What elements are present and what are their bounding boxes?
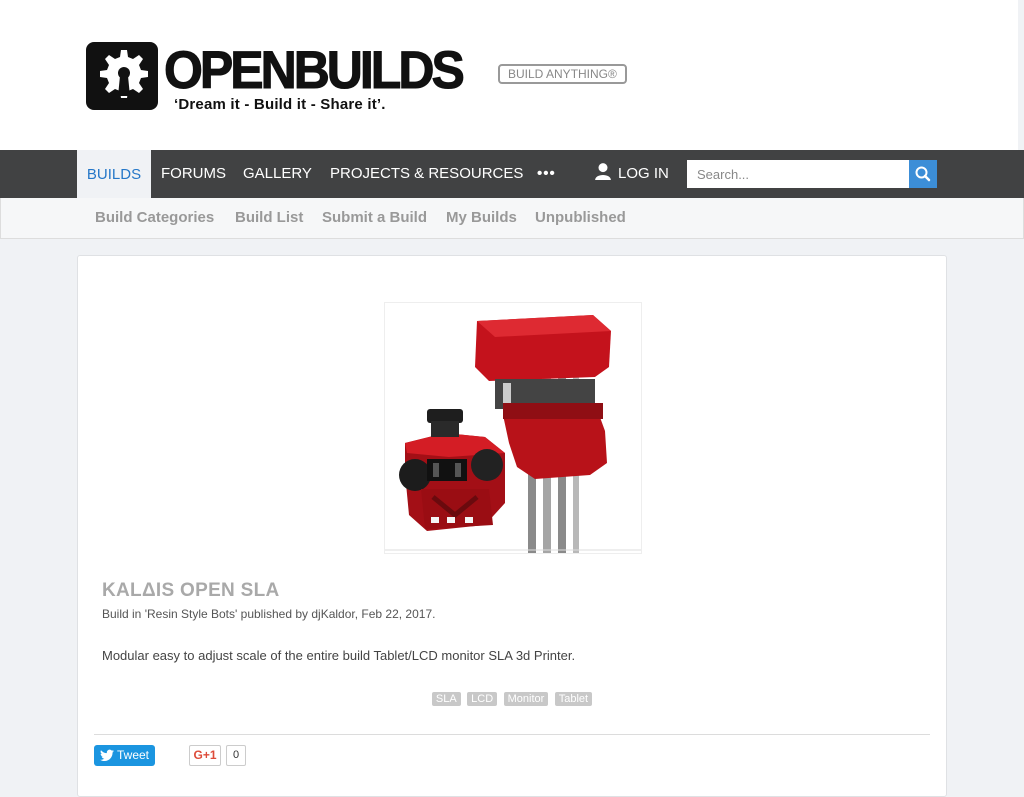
tag-list: SLA LCD Monitor Tablet <box>78 689 946 707</box>
openbuilds-logo[interactable]: OPENBUILDS ‘Dream it - Build it - Share … <box>84 40 474 115</box>
build-title: KALΔIS OPEN SLA <box>102 580 280 601</box>
scrollbar-track[interactable] <box>1018 0 1024 150</box>
build-description: Modular easy to adjust scale of the enti… <box>102 648 576 663</box>
twitter-bird-icon <box>100 749 114 762</box>
gear-keyhole-icon <box>86 42 158 110</box>
nav-tab-projects-resources[interactable]: PROJECTS & RESOURCES <box>330 150 523 198</box>
divider <box>94 734 930 735</box>
nav-tab-gallery[interactable]: GALLERY <box>243 150 312 198</box>
build-meta: Build in 'Resin Style Bots' published by… <box>102 607 436 621</box>
tag-monitor[interactable]: Monitor <box>503 692 549 706</box>
google-plus-count: 0 <box>226 745 246 766</box>
user-icon <box>595 163 611 180</box>
subnav-submit-build[interactable]: Submit a Build <box>322 198 427 238</box>
subnav-unpublished[interactable]: Unpublished <box>535 198 626 238</box>
site-header: OPENBUILDS ‘Dream it - Build it - Share … <box>0 0 1018 150</box>
build-card: KALΔIS OPEN SLA Build in 'Resin Style Bo… <box>77 255 947 797</box>
tweet-button[interactable]: Tweet <box>94 745 155 766</box>
search-icon <box>915 166 931 182</box>
nav-tab-forums[interactable]: FORUMS <box>161 150 226 198</box>
logo-tagline: ‘Dream it - Build it - Share it’. <box>174 96 386 113</box>
builds-subnavigation: Build Categories Build List Submit a Bui… <box>0 198 1024 239</box>
login-label: LOG IN <box>618 165 669 182</box>
tag-tablet[interactable]: Tablet <box>554 692 593 706</box>
build-image[interactable] <box>384 302 642 554</box>
login-link[interactable]: LOG IN <box>594 150 669 198</box>
nav-tab-builds[interactable]: BUILDS <box>77 150 151 198</box>
subnav-build-list[interactable]: Build List <box>235 198 303 238</box>
logo-wordmark: OPENBUILDS <box>164 40 466 100</box>
tag-lcd[interactable]: LCD <box>467 692 498 706</box>
tag-sla[interactable]: SLA <box>431 692 461 706</box>
subnav-my-builds[interactable]: My Builds <box>446 198 517 238</box>
printer-render-illustration <box>385 303 641 553</box>
nav-more-menu[interactable]: ••• <box>537 150 556 198</box>
search-input[interactable] <box>687 160 909 188</box>
tweet-label: Tweet <box>117 748 150 762</box>
google-plus-button[interactable]: G+1 <box>189 745 221 766</box>
search-button[interactable] <box>909 160 937 188</box>
slogan-badge: BUILD ANYTHING® <box>498 64 627 84</box>
subnav-build-categories[interactable]: Build Categories <box>95 198 214 238</box>
